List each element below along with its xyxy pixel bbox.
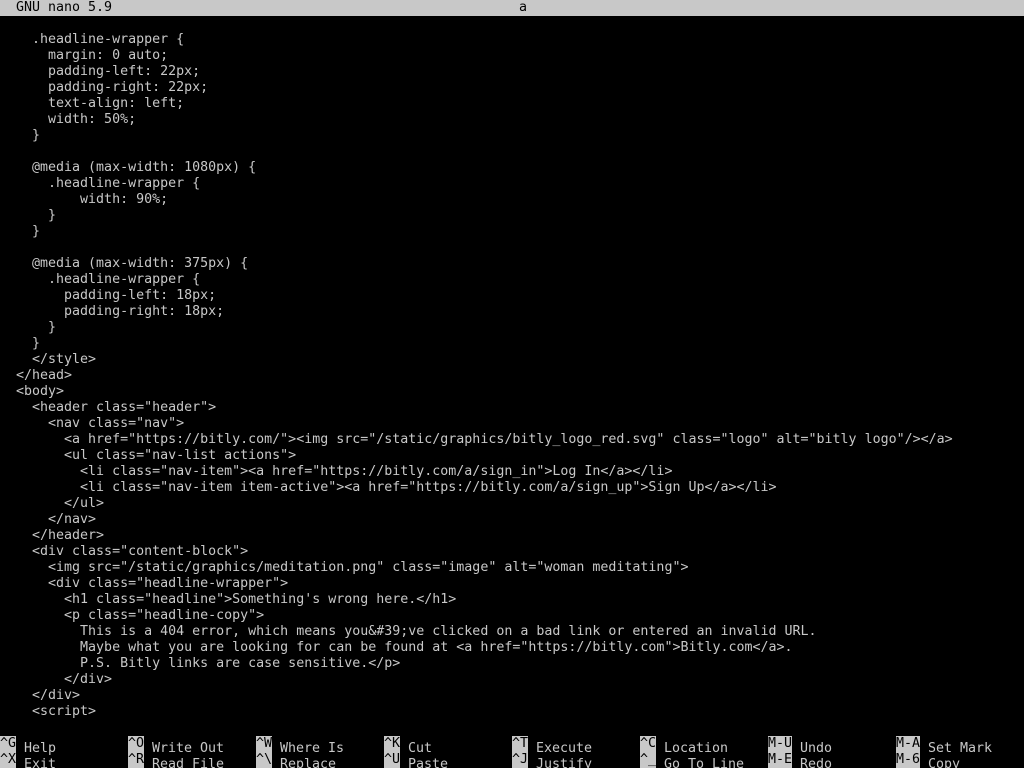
shortcut-key: ^\ [256,752,272,768]
shortcut-key: ^G [0,736,16,752]
shortcut-label: Justify [536,757,593,768]
shortcut-copy[interactable]: M-6 Copy [896,752,960,768]
shortcut-paste[interactable]: ^U Paste [384,752,448,768]
shortcut-key: ^U [384,752,400,768]
code-line[interactable]: Maybe what you are looking for can be fo… [0,640,1024,656]
code-line[interactable]: </nav> [0,512,1024,528]
shortcut-key: ^J [512,752,528,768]
title-bar: GNU nano 5.9 a [0,0,1024,16]
code-line[interactable]: .headline-wrapper { [0,32,1024,48]
shortcut-key: ^T [512,736,528,752]
code-line[interactable]: <script> [0,704,1024,720]
code-line[interactable]: <div class="headline-wrapper"> [0,576,1024,592]
code-line[interactable]: <li class="nav-item item-active"><a href… [0,480,1024,496]
code-line[interactable]: margin: 0 auto; [0,48,1024,64]
code-line[interactable]: </div> [0,672,1024,688]
shortcut-undo[interactable]: M-U Undo [768,736,832,756]
shortcut-cut[interactable]: ^K Cut [384,736,432,756]
code-line[interactable]: width: 50%; [0,112,1024,128]
code-line[interactable]: } [0,128,1024,144]
file-name: a [519,0,528,15]
code-line[interactable]: } [0,336,1024,352]
code-line[interactable]: width: 90%; [0,192,1024,208]
shortcut-key: ^_ [640,752,656,768]
shortcut-key: ^X [0,752,16,768]
shortcut-go-to-line[interactable]: ^_ Go To Line [640,752,744,768]
code-line[interactable]: <h1 class="headline">Something's wrong h… [0,592,1024,608]
code-line[interactable]: P.S. Bitly links are case sensitive.</p> [0,656,1024,672]
code-line[interactable]: padding-right: 22px; [0,80,1024,96]
shortcut-key: M-6 [896,752,920,768]
code-line[interactable]: padding-left: 22px; [0,64,1024,80]
shortcut-justify[interactable]: ^J Justify [512,752,592,768]
shortcut-key: ^O [128,736,144,752]
code-line[interactable]: </header> [0,528,1024,544]
shortcut-label: Replace [280,757,337,768]
code-line[interactable]: <ul class="nav-list actions"> [0,448,1024,464]
code-line[interactable]: .headline-wrapper { [0,272,1024,288]
code-line[interactable]: <img src="/static/graphics/meditation.pn… [0,560,1024,576]
code-line[interactable]: </ul> [0,496,1024,512]
code-line[interactable]: <body> [0,384,1024,400]
code-line[interactable]: </head> [0,368,1024,384]
shortcut-location[interactable]: ^C Location [640,736,728,756]
code-line[interactable]: @media (max-width: 375px) { [0,256,1024,272]
code-line[interactable]: @media (max-width: 1080px) { [0,160,1024,176]
shortcut-help[interactable]: ^G Help [0,736,56,756]
app-version: GNU nano 5.9 [16,0,113,15]
shortcut-key: ^R [128,752,144,768]
code-line[interactable]: padding-left: 18px; [0,288,1024,304]
shortcut-read-file[interactable]: ^R Read File [128,752,224,768]
shortcut-label: Paste [408,757,449,768]
shortcut-exit[interactable]: ^X Exit [0,752,56,768]
shortcut-label: Copy [928,757,961,768]
shortcut-label: Redo [800,757,833,768]
code-line[interactable]: This is a 404 error, which means you&#39… [0,624,1024,640]
code-line[interactable] [0,144,1024,160]
code-line[interactable]: .headline-wrapper { [0,176,1024,192]
shortcut-label: Read File [152,757,225,768]
code-line[interactable]: <li class="nav-item"><a href="https://bi… [0,464,1024,480]
code-line[interactable]: } [0,224,1024,240]
code-line[interactable]: } [0,320,1024,336]
code-line[interactable] [0,240,1024,256]
shortcut-execute[interactable]: ^T Execute [512,736,592,756]
shortcut-key: M-E [768,752,792,768]
shortcut-label: Exit [24,757,57,768]
code-line[interactable]: <div class="content-block"> [0,544,1024,560]
code-line[interactable]: <nav class="nav"> [0,416,1024,432]
shortcut-key: M-U [768,736,792,752]
shortcut-replace[interactable]: ^\ Replace [256,752,336,768]
code-line[interactable]: </style> [0,352,1024,368]
code-line[interactable]: <a href="https://bitly.com/"><img src="/… [0,432,1024,448]
shortcut-redo[interactable]: M-E Redo [768,752,832,768]
code-line[interactable]: <p class="headline-copy"> [0,608,1024,624]
code-line[interactable]: <header class="header"> [0,400,1024,416]
shortcut-key: ^W [256,736,272,752]
shortcut-bar: ^G Help ^X Exit ^O Write Out ^R Read File ^W Wher… [0,736,1024,768]
shortcut-key: ^K [384,736,400,752]
code-line[interactable]: </div> [0,688,1024,704]
shortcut-where-is[interactable]: ^W Where Is [256,736,344,756]
shortcut-key: ^C [640,736,656,752]
code-line[interactable]: padding-right: 18px; [0,304,1024,320]
shortcut-label: Go To Line [664,757,745,768]
shortcut-set-mark[interactable]: M-A Set Mark [896,736,992,756]
editor-area[interactable]: .headline-wrapper { margin: 0 auto; padd… [0,32,1024,720]
code-line[interactable]: text-align: left; [0,96,1024,112]
code-line[interactable]: } [0,208,1024,224]
shortcut-write-out[interactable]: ^O Write Out [128,736,224,756]
shortcut-key: M-A [896,736,920,752]
